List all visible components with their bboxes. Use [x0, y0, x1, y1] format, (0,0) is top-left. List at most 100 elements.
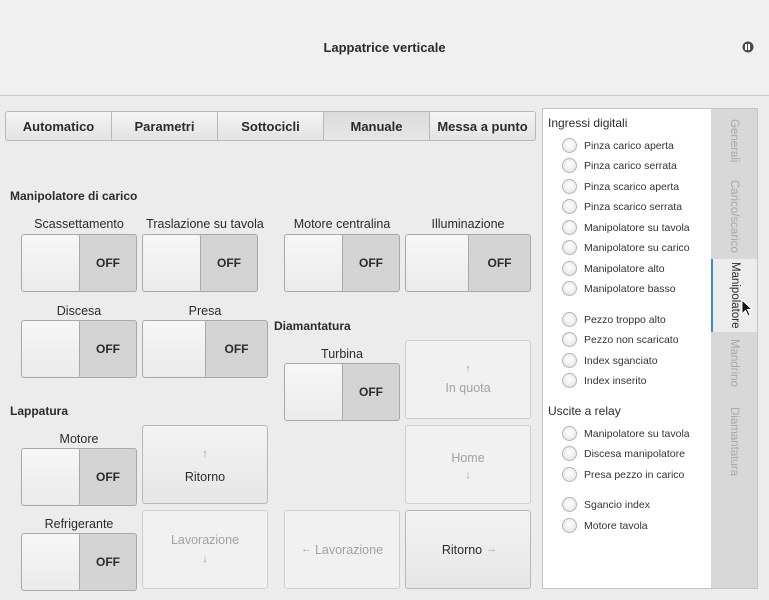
- arrow-right-icon: →: [486, 543, 497, 555]
- led-icon: [562, 240, 577, 255]
- traslazione-label: Traslazione su tavola: [146, 217, 264, 231]
- output-label: Motore tavola: [584, 519, 648, 532]
- output-indicator[interactable]: Motore tavola: [562, 517, 648, 534]
- toggle-state: OFF: [96, 342, 120, 356]
- led-icon: [562, 446, 577, 461]
- motore-label: Motore: [59, 432, 99, 446]
- output-label: Presa pezzo in carico: [584, 468, 685, 481]
- output-indicator[interactable]: Discesa manipolatore: [562, 445, 685, 462]
- arrow-down-icon: ↓: [202, 553, 208, 565]
- input-label: Manipolatore su tavola: [584, 221, 690, 234]
- toggle-knob: [143, 321, 206, 377]
- toggle-knob: [22, 321, 80, 377]
- output-indicator[interactable]: Manipolatore su tavola: [562, 425, 690, 442]
- input-indicator: Index inserito: [562, 372, 646, 389]
- lavorazione-lappatura-label: Lavorazione: [170, 533, 240, 547]
- tab-messa-a-punto[interactable]: Messa a punto: [430, 112, 535, 140]
- tab-manuale[interactable]: Manuale: [324, 112, 430, 140]
- presa-label: Presa: [188, 304, 222, 318]
- toggle-knob: [406, 235, 469, 291]
- window-title: Lappatrice verticale: [323, 40, 446, 55]
- toggle-knob: [143, 235, 201, 291]
- output-indicator[interactable]: Sgancio index: [562, 496, 650, 513]
- input-indicator: Manipolatore alto: [562, 260, 665, 277]
- section-title-manipolatore: Manipolatore di carico: [10, 189, 138, 203]
- presa-toggle[interactable]: OFF: [142, 320, 268, 378]
- input-label: Pezzo non scaricato: [584, 333, 679, 346]
- main-tabs: Automatico Parametri Sottocicli Manuale …: [5, 111, 536, 141]
- side-tab-mandrino[interactable]: Mandrino: [711, 332, 757, 394]
- side-tab-label: Mandrino: [728, 339, 740, 387]
- ritorno-lappatura-button[interactable]: ↑ Ritorno: [142, 425, 268, 504]
- input-label: Pinza scarico aperta: [584, 180, 680, 193]
- lavorazione-lappatura-button[interactable]: Lavorazione ↓: [142, 510, 268, 589]
- side-tab-label: Generali: [728, 119, 740, 163]
- toggle-state: OFF: [96, 555, 120, 569]
- lavorazione-diamantatura-button[interactable]: ← Lavorazione: [284, 510, 400, 589]
- motore-centralina-label: Motore centralina: [293, 217, 391, 231]
- tab-sottocicli[interactable]: Sottocicli: [218, 112, 324, 140]
- led-icon: [562, 497, 577, 512]
- toggle-knob: [285, 364, 343, 420]
- scassettamento-toggle[interactable]: OFF: [21, 234, 137, 292]
- led-icon: [562, 467, 577, 482]
- side-tabs: Generali Carico/scarico Manipolatore Man…: [711, 108, 758, 589]
- illuminazione-toggle[interactable]: OFF: [405, 234, 531, 292]
- discesa-label: Discesa: [56, 304, 102, 318]
- input-label: Pinza carico aperta: [584, 139, 674, 152]
- refrigerante-toggle[interactable]: OFF: [21, 533, 137, 591]
- input-label: Manipolatore basso: [584, 282, 676, 295]
- input-indicator: Pinza carico serrata: [562, 157, 677, 174]
- section-title-diamantatura: Diamantatura: [274, 319, 351, 333]
- led-icon: [562, 261, 577, 276]
- toggle-knob: [285, 235, 343, 291]
- output-indicator[interactable]: Presa pezzo in carico: [562, 466, 684, 483]
- arrow-up-icon: ↑: [202, 448, 208, 460]
- led-icon: [562, 281, 577, 296]
- input-indicator: Pinza scarico serrata: [562, 198, 682, 215]
- input-indicator: Pezzo non scaricato: [562, 331, 679, 348]
- home-button[interactable]: Home ↓: [405, 425, 531, 504]
- input-indicator: Pinza carico aperta: [562, 137, 674, 154]
- ritorno-diamantatura-button[interactable]: Ritorno →: [405, 510, 531, 589]
- lavorazione-diamantatura-label: Lavorazione: [314, 543, 384, 557]
- traslazione-toggle[interactable]: OFF: [142, 234, 258, 292]
- toggle-state: OFF: [224, 342, 249, 356]
- discesa-toggle[interactable]: OFF: [21, 320, 137, 378]
- side-tab-generali[interactable]: Generali: [711, 109, 757, 173]
- led-icon: [562, 158, 577, 173]
- toggle-knob: [22, 534, 80, 590]
- side-tab-diamantatura[interactable]: Diamantatura: [711, 394, 757, 489]
- in-quota-button[interactable]: ↑ In quota: [405, 340, 531, 419]
- turbina-label: Turbina: [321, 347, 363, 361]
- side-tab-carico-scarico[interactable]: Carico/scarico: [711, 173, 757, 259]
- input-label: Index sganciato: [584, 354, 658, 367]
- title-bar: Lappatrice verticale: [0, 0, 769, 96]
- toggle-state: OFF: [359, 385, 383, 399]
- ingressi-title: Ingressi digitali: [548, 116, 628, 130]
- led-icon: [562, 426, 577, 441]
- side-tab-label: Diamantatura: [728, 406, 740, 477]
- ritorno-lappatura-label: Ritorno: [184, 470, 226, 484]
- tab-parametri[interactable]: Parametri: [112, 112, 218, 140]
- output-label: Discesa manipolatore: [584, 447, 685, 460]
- led-icon: [562, 312, 577, 327]
- toggle-state: OFF: [487, 256, 512, 270]
- output-label: Manipolatore su tavola: [584, 427, 690, 440]
- refrigerante-label: Refrigerante: [44, 517, 114, 531]
- led-icon: [562, 220, 577, 235]
- turbina-toggle[interactable]: OFF: [284, 363, 400, 421]
- input-indicator: Manipolatore su tavola: [562, 219, 690, 236]
- tab-automatico[interactable]: Automatico: [6, 112, 112, 140]
- arrow-up-icon: ↑: [465, 363, 471, 375]
- app-menu-icon[interactable]: [742, 41, 754, 53]
- motore-centralina-toggle[interactable]: OFF: [284, 234, 400, 292]
- motore-toggle[interactable]: OFF: [21, 448, 137, 506]
- led-icon: [562, 138, 577, 153]
- led-icon: [562, 199, 577, 214]
- led-icon: [562, 332, 577, 347]
- side-tab-manipolatore[interactable]: Manipolatore: [711, 259, 757, 332]
- led-icon: [562, 518, 577, 533]
- section-title-lappatura: Lappatura: [10, 404, 69, 418]
- scassettamento-label: Scassettamento: [34, 217, 124, 231]
